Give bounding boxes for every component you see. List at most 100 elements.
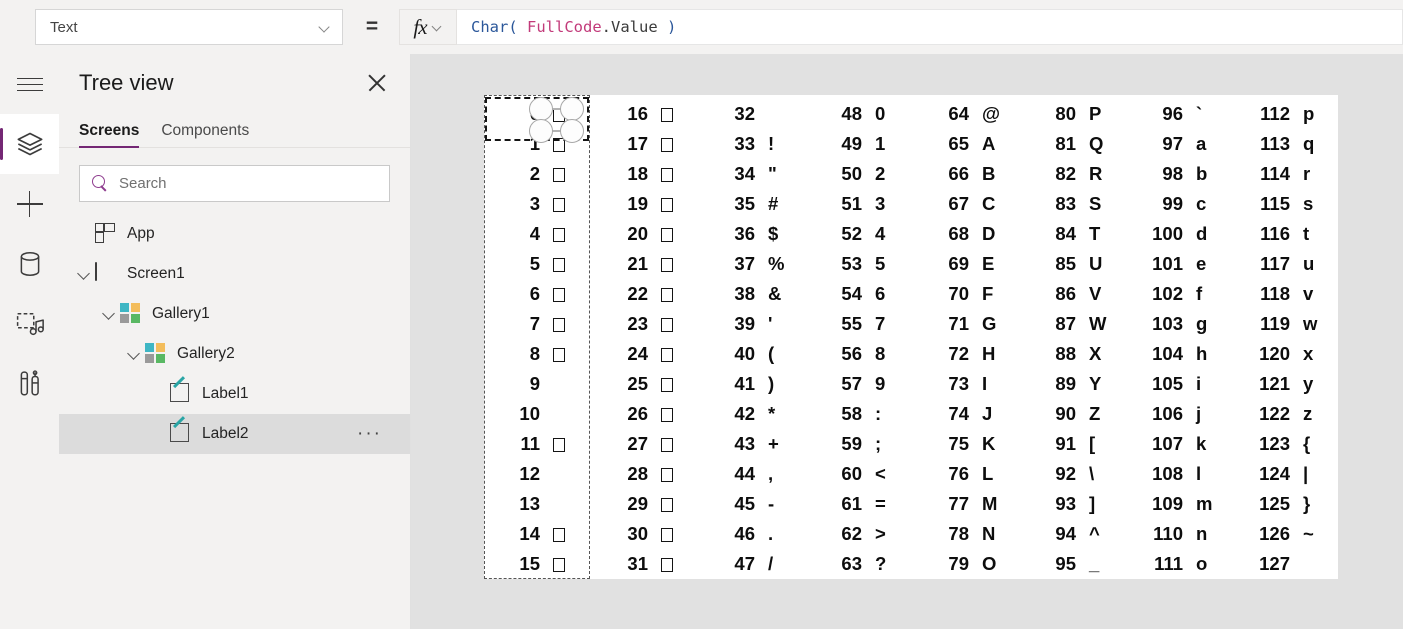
sidebar-item-label1[interactable]: Label1 xyxy=(59,374,410,414)
data-icon[interactable] xyxy=(0,234,59,294)
ascii-row[interactable]: 22 xyxy=(604,279,697,309)
ascii-row[interactable]: 37% xyxy=(711,249,804,279)
ascii-row[interactable]: 115s xyxy=(1246,189,1339,219)
ascii-row[interactable]: 73I xyxy=(925,369,1018,399)
ascii-row[interactable]: 64@ xyxy=(925,99,1018,129)
ascii-row[interactable]: 78N xyxy=(925,519,1018,549)
ascii-row[interactable]: 45- xyxy=(711,489,804,519)
ascii-row[interactable]: 97a xyxy=(1139,129,1232,159)
ascii-row[interactable]: 14 xyxy=(496,519,590,549)
ascii-row[interactable]: 108l xyxy=(1139,459,1232,489)
ascii-row[interactable]: 74J xyxy=(925,399,1018,429)
ascii-row[interactable]: 41) xyxy=(711,369,804,399)
ascii-row[interactable]: 21 xyxy=(604,249,697,279)
ascii-row[interactable]: 68D xyxy=(925,219,1018,249)
ascii-row[interactable]: 39' xyxy=(711,309,804,339)
ascii-row[interactable]: 9 xyxy=(496,369,590,399)
ascii-row[interactable]: 579 xyxy=(818,369,911,399)
ascii-row[interactable]: 118v xyxy=(1246,279,1339,309)
ascii-row[interactable]: 491 xyxy=(818,129,911,159)
ascii-row[interactable]: 116t xyxy=(1246,219,1339,249)
ascii-row[interactable]: 109m xyxy=(1139,489,1232,519)
ascii-row[interactable]: 59; xyxy=(818,429,911,459)
ascii-row[interactable]: 480 xyxy=(818,99,911,129)
ascii-row[interactable]: 35# xyxy=(711,189,804,219)
ascii-row[interactable]: 8 xyxy=(496,339,590,369)
ascii-row[interactable]: 18 xyxy=(604,159,697,189)
tree-view-icon[interactable] xyxy=(0,114,59,174)
ascii-row[interactable]: 23 xyxy=(604,309,697,339)
ascii-row[interactable]: 111o xyxy=(1139,549,1232,579)
ascii-row[interactable]: 568 xyxy=(818,339,911,369)
ascii-row[interactable]: 546 xyxy=(818,279,911,309)
ascii-row[interactable]: 113q xyxy=(1246,129,1339,159)
ascii-row[interactable]: 46. xyxy=(711,519,804,549)
ascii-row[interactable]: 40( xyxy=(711,339,804,369)
tab-components[interactable]: Components xyxy=(161,122,249,147)
ascii-row[interactable]: 88X xyxy=(1032,339,1125,369)
ascii-row[interactable]: 6 xyxy=(496,279,590,309)
ascii-row[interactable]: 33! xyxy=(711,129,804,159)
ascii-row[interactable]: 25 xyxy=(604,369,697,399)
formula-input[interactable]: Char( FullCode.Value ) xyxy=(457,9,1403,45)
insert-icon[interactable] xyxy=(0,174,59,234)
sidebar-item-gallery2[interactable]: Gallery2 xyxy=(59,334,410,374)
ascii-row[interactable]: 104h xyxy=(1139,339,1232,369)
ascii-row[interactable]: 42* xyxy=(711,399,804,429)
ascii-row[interactable]: 101e xyxy=(1139,249,1232,279)
ascii-row[interactable]: 80P xyxy=(1032,99,1125,129)
ascii-row[interactable]: 58: xyxy=(818,399,911,429)
ascii-row[interactable]: 72H xyxy=(925,339,1018,369)
ascii-row[interactable]: 103g xyxy=(1139,309,1232,339)
ascii-row[interactable]: 100d xyxy=(1139,219,1232,249)
ascii-row[interactable]: 102f xyxy=(1139,279,1232,309)
menu-icon[interactable] xyxy=(0,54,59,114)
ascii-row[interactable]: 61= xyxy=(818,489,911,519)
ascii-row[interactable]: 87W xyxy=(1032,309,1125,339)
ascii-row[interactable]: 85U xyxy=(1032,249,1125,279)
ascii-row[interactable]: 77M xyxy=(925,489,1018,519)
ascii-row[interactable]: 47/ xyxy=(711,549,804,579)
ascii-row[interactable]: 70F xyxy=(925,279,1018,309)
ascii-row[interactable]: 107k xyxy=(1139,429,1232,459)
ascii-row[interactable]: 89Y xyxy=(1032,369,1125,399)
ascii-row[interactable]: 3 xyxy=(496,189,590,219)
ascii-row[interactable]: 92\ xyxy=(1032,459,1125,489)
ascii-row[interactable]: 34" xyxy=(711,159,804,189)
ascii-row[interactable]: 106j xyxy=(1139,399,1232,429)
ascii-row[interactable]: 513 xyxy=(818,189,911,219)
ascii-row[interactable]: 110n xyxy=(1139,519,1232,549)
advanced-tools-icon[interactable] xyxy=(0,354,59,414)
ascii-row[interactable]: 117u xyxy=(1246,249,1339,279)
fx-button[interactable]: fx xyxy=(399,9,457,45)
ascii-row[interactable]: 75K xyxy=(925,429,1018,459)
sidebar-item-label2[interactable]: Label2··· xyxy=(59,414,410,454)
ascii-row[interactable]: 12 xyxy=(496,459,590,489)
ascii-row[interactable]: 13 xyxy=(496,489,590,519)
resize-handle-bottom-right[interactable] xyxy=(560,119,584,143)
ascii-row[interactable]: 16 xyxy=(604,99,697,129)
ascii-row[interactable]: 524 xyxy=(818,219,911,249)
ascii-row[interactable]: 5 xyxy=(496,249,590,279)
ascii-row[interactable]: 127 xyxy=(1246,549,1339,579)
ascii-row[interactable]: 119w xyxy=(1246,309,1339,339)
ascii-row[interactable]: 84T xyxy=(1032,219,1125,249)
chevron-down-icon[interactable] xyxy=(73,263,95,285)
ascii-row[interactable]: 4 xyxy=(496,219,590,249)
ascii-row[interactable]: 67C xyxy=(925,189,1018,219)
ascii-row[interactable]: 11 xyxy=(496,429,590,459)
ascii-row[interactable]: 30 xyxy=(604,519,697,549)
ascii-row[interactable]: 90Z xyxy=(1032,399,1125,429)
ascii-row[interactable]: 32 xyxy=(711,99,804,129)
ascii-row[interactable]: 26 xyxy=(604,399,697,429)
tab-screens[interactable]: Screens xyxy=(79,122,139,147)
ascii-row[interactable]: 63? xyxy=(818,549,911,579)
ascii-row[interactable]: 36$ xyxy=(711,219,804,249)
ascii-row[interactable]: 535 xyxy=(818,249,911,279)
ascii-row[interactable]: 29 xyxy=(604,489,697,519)
ascii-row[interactable]: 93] xyxy=(1032,489,1125,519)
ascii-row[interactable]: 502 xyxy=(818,159,911,189)
ascii-row[interactable]: 124| xyxy=(1246,459,1339,489)
ascii-row[interactable]: 38& xyxy=(711,279,804,309)
ascii-row[interactable]: 79O xyxy=(925,549,1018,579)
